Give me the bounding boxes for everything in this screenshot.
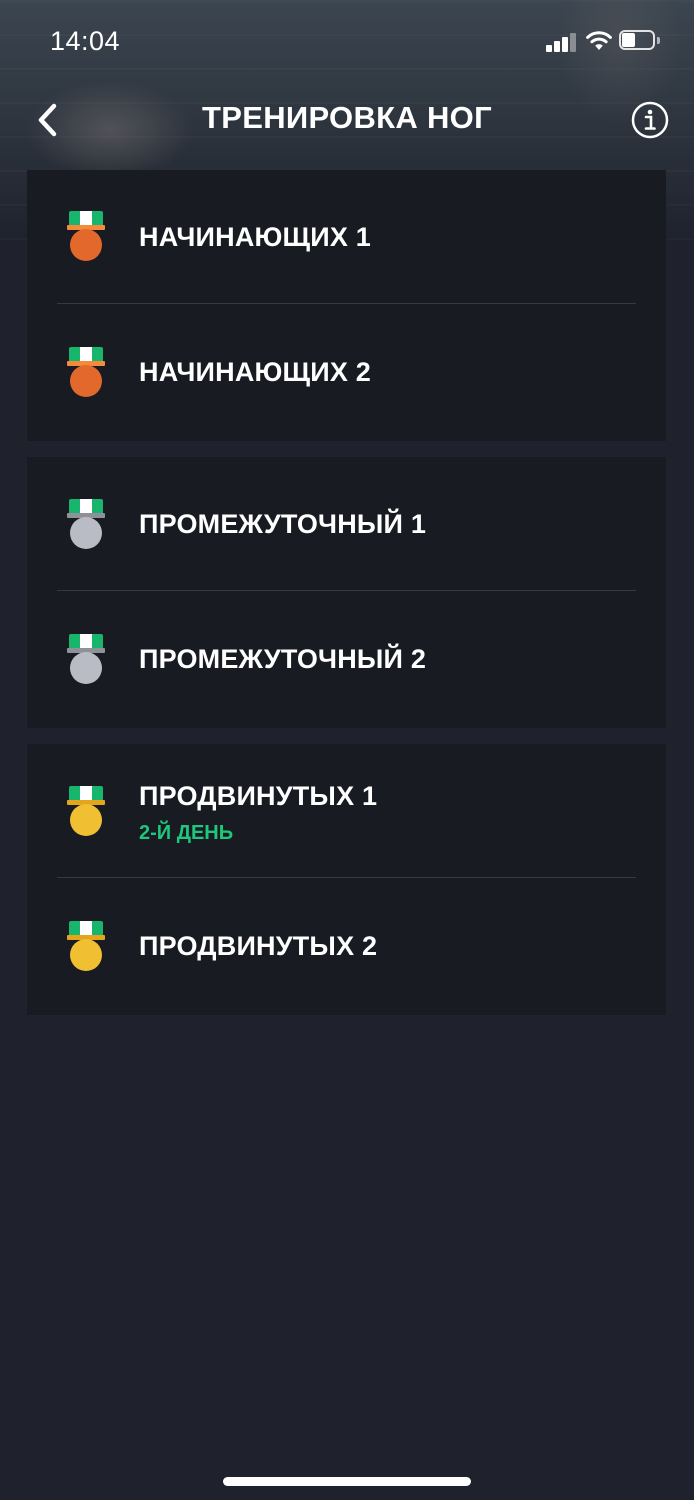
wifi-icon: [586, 31, 612, 50]
info-icon: [631, 101, 669, 139]
workout-item-advanced-1[interactable]: ПРОДВИНУТЫХ 1 2-Й ДЕНЬ: [27, 744, 666, 879]
page-title: ТРЕНИРОВКА НОГ: [202, 100, 492, 135]
home-indicator[interactable]: [223, 1477, 471, 1486]
workout-item-intermediate-2[interactable]: ПРОМЕЖУТОЧНЫЙ 2: [27, 593, 666, 728]
divider: [57, 303, 636, 304]
navigation-bar: ТРЕНИРОВКА НОГ: [0, 86, 694, 152]
workout-item-beginner-1[interactable]: НАЧИНАЮЩИХ 1: [27, 170, 666, 305]
level-group-advanced: ПРОДВИНУТЫХ 1 2-Й ДЕНЬ ПРОДВИНУТЫХ 2: [27, 744, 666, 1015]
level-group-beginner: НАЧИНАЮЩИХ 1 НАЧИНАЮЩИХ 2: [27, 170, 666, 441]
bronze-medal-icon: [67, 347, 105, 397]
workout-item-intermediate-1[interactable]: ПРОМЕЖУТОЧНЫЙ 1: [27, 457, 666, 592]
battery-icon: [619, 30, 661, 52]
workout-label: ПРОМЕЖУТОЧНЫЙ 1: [139, 509, 427, 539]
workout-item-beginner-2[interactable]: НАЧИНАЮЩИХ 2: [27, 306, 666, 441]
workout-label: НАЧИНАЮЩИХ 1: [139, 222, 372, 252]
progress-day-label: 2-Й ДЕНЬ: [139, 822, 234, 844]
gold-medal-icon: [67, 921, 105, 971]
silver-medal-icon: [67, 634, 105, 684]
gold-medal-icon: [67, 786, 105, 836]
status-time: 14:04: [50, 26, 121, 56]
status-bar: 14:04: [0, 0, 694, 84]
workout-label: ПРОДВИНУТЫХ 1: [139, 781, 378, 811]
workout-label: ПРОМЕЖУТОЧНЫЙ 2: [139, 644, 427, 674]
divider: [57, 590, 636, 591]
info-button[interactable]: [630, 100, 670, 140]
divider: [57, 877, 636, 878]
bronze-medal-icon: [67, 211, 105, 261]
level-group-intermediate: ПРОМЕЖУТОЧНЫЙ 1 ПРОМЕЖУТОЧНЫЙ 2: [27, 457, 666, 728]
workout-label: НАЧИНАЮЩИХ 2: [139, 357, 372, 387]
silver-medal-icon: [67, 499, 105, 549]
workout-label: ПРОДВИНУТЫХ 2: [139, 931, 378, 961]
workout-item-advanced-2[interactable]: ПРОДВИНУТЫХ 2: [27, 880, 666, 1015]
cellular-signal-icon: [546, 32, 578, 52]
